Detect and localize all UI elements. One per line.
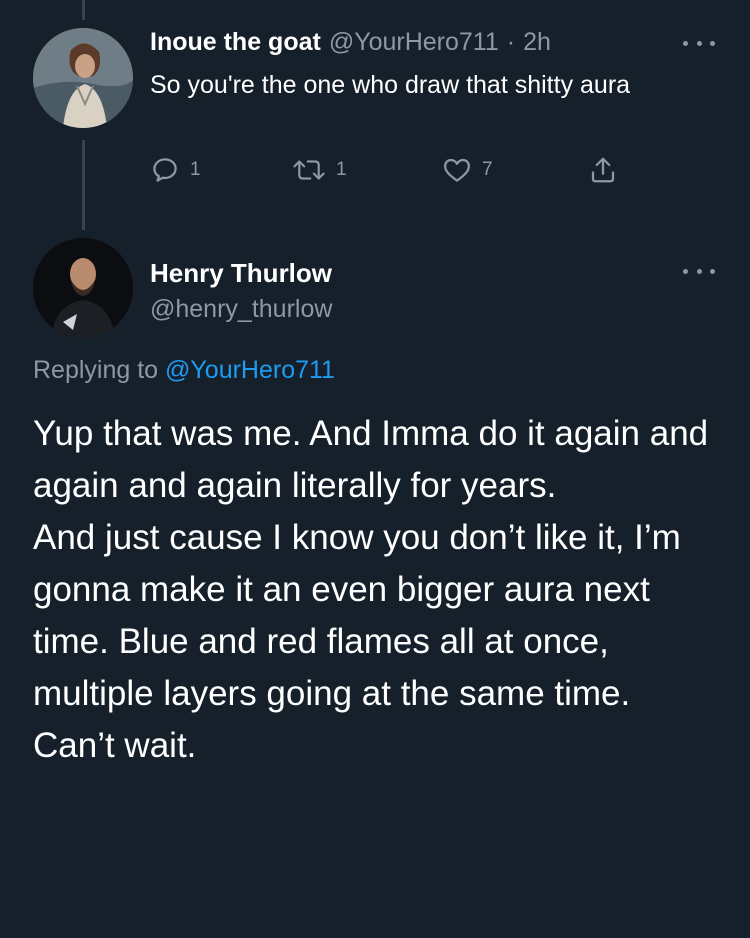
avatar-illustration [33, 28, 133, 128]
avatar-henry[interactable] [33, 238, 133, 338]
avatar-inoue[interactable] [33, 28, 133, 128]
retweet-count: 1 [336, 159, 347, 180]
like-count: 7 [482, 159, 493, 180]
reply-icon [153, 158, 177, 182]
reply-button[interactable]: 1 [150, 155, 201, 185]
thread-connector-top [82, 0, 85, 20]
tweet1-time[interactable]: 2h [523, 28, 551, 57]
avatar-photo [33, 238, 133, 338]
tweet2-body: Yup that was me. And Imma do it again an… [33, 408, 723, 772]
replying-to: Replying to @YourHero711 [33, 356, 335, 385]
share-icon [591, 157, 615, 183]
reply-count: 1 [190, 159, 201, 180]
tweet1-header: Inoue the goat @YourHero711 · 2h [150, 28, 551, 58]
more-horizontal-icon[interactable] [683, 36, 715, 50]
tweet1-display-name[interactable]: Inoue the goat [150, 28, 321, 57]
thread-connector [82, 140, 85, 230]
replying-mention-link[interactable]: @YourHero711 [165, 356, 335, 384]
tweet1-text: So you're the one who draw that shitty a… [150, 71, 631, 99]
tweet1-separator: · [506, 28, 516, 56]
more-horizontal-icon[interactable] [683, 264, 715, 278]
heart-icon [444, 158, 470, 182]
tweet-thread-screen: Inoue the goat @YourHero711 · 2h So you'… [0, 0, 750, 938]
retweet-button[interactable]: 1 [292, 155, 347, 185]
retweet-icon [293, 160, 325, 180]
tweet2-display-name[interactable]: Henry Thurlow [150, 258, 332, 289]
tweet2-paragraph: Yup that was me. And Imma do it again an… [33, 414, 709, 505]
like-button[interactable]: 7 [442, 155, 493, 185]
tweet2-handle[interactable]: @henry_thurlow [150, 295, 332, 324]
tweet1-handle[interactable]: @YourHero711 [329, 28, 499, 57]
replying-prefix: Replying to [33, 356, 159, 384]
share-button[interactable] [588, 155, 618, 185]
tweet2-paragraph: And just cause I know you don’t like it,… [33, 518, 681, 713]
tweet2-paragraph: Can’t wait. [33, 726, 197, 765]
